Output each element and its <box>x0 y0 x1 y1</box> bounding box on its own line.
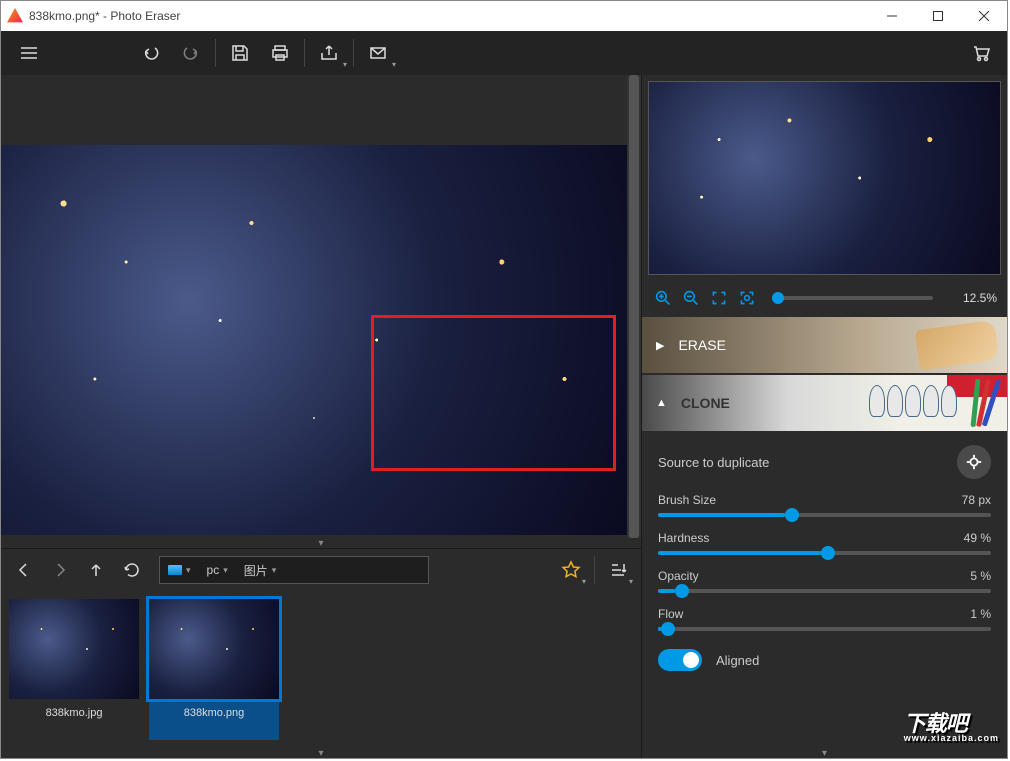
path-segment[interactable]: pc <box>207 563 220 577</box>
navigator-preview[interactable] <box>648 81 1001 275</box>
panel-collapse-handle[interactable]: ▾ <box>1 748 641 758</box>
file-browser: ▾ pc▾ 图片▾ ▾ ▾ 838kmo.jpg <box>1 548 641 758</box>
panel-collapse-handle[interactable]: ▾ <box>642 748 1007 758</box>
thumbnail-image <box>149 599 279 699</box>
minimize-button[interactable] <box>869 1 915 31</box>
opacity-label: Opacity <box>658 569 699 583</box>
hardness-slider[interactable] <box>658 551 991 555</box>
refresh-button[interactable] <box>115 548 149 592</box>
print-button[interactable] <box>260 31 300 75</box>
actual-size-button[interactable] <box>736 287 758 309</box>
app-icon <box>7 8 23 24</box>
save-button[interactable] <box>220 31 260 75</box>
brush-size-slider[interactable] <box>658 513 991 517</box>
source-label: Source to duplicate <box>658 455 769 470</box>
vertical-scrollbar[interactable] <box>627 75 641 538</box>
zoom-slider[interactable] <box>772 296 933 300</box>
menu-button[interactable] <box>7 31 51 75</box>
chevron-down-icon: ▾ <box>343 60 347 69</box>
erase-label: ERASE <box>678 337 725 353</box>
panel-collapse-handle[interactable]: ▾ <box>1 538 641 548</box>
thumbnail-label: 838kmo.png <box>184 707 245 719</box>
window-title: 838kmo.png* - Photo Eraser <box>29 9 869 23</box>
path-segment[interactable]: 图片 <box>244 562 268 579</box>
share-button[interactable]: ▾ <box>309 31 349 75</box>
close-button[interactable] <box>961 1 1007 31</box>
divider <box>304 39 305 67</box>
hardness-value: 49 % <box>964 531 991 545</box>
thumbnail-label: 838kmo.jpg <box>46 707 103 719</box>
zoom-value: 12.5% <box>947 291 997 305</box>
expand-icon: ▶ <box>656 339 664 352</box>
erase-section-header[interactable]: ▶ ERASE <box>642 317 1007 373</box>
clone-section-header[interactable]: ▲ CLONE <box>642 375 1007 431</box>
pick-source-button[interactable] <box>957 445 991 479</box>
email-button[interactable]: ▾ <box>358 31 398 75</box>
clone-label: CLONE <box>681 395 730 411</box>
opacity-slider[interactable] <box>658 589 991 593</box>
side-panel: 12.5% ▶ ERASE ▲ CLONE Source to duplicat… <box>641 75 1007 758</box>
flow-value: 1 % <box>970 607 991 621</box>
fit-screen-button[interactable] <box>708 287 730 309</box>
maximize-button[interactable] <box>915 1 961 31</box>
hardness-label: Hardness <box>658 531 709 545</box>
undo-button[interactable] <box>131 31 171 75</box>
divider <box>215 39 216 67</box>
chevron-down-icon: ▾ <box>392 60 396 69</box>
chevron-down-icon: ▾ <box>582 577 586 586</box>
thumbnail-item[interactable]: 838kmo.png <box>149 599 279 740</box>
chevron-down-icon: ▾ <box>629 577 633 586</box>
thumbnail-item[interactable]: 838kmo.jpg <box>9 599 139 740</box>
nav-up-button[interactable] <box>79 548 113 592</box>
watermark: 下载吧 www.xiazaiba.com <box>904 714 999 742</box>
path-breadcrumb[interactable]: ▾ pc▾ 图片▾ <box>159 556 429 584</box>
zoom-out-button[interactable] <box>680 287 702 309</box>
canvas-area[interactable] <box>1 75 641 538</box>
redo-button[interactable] <box>171 31 211 75</box>
brush-size-value: 78 px <box>962 493 991 507</box>
selection-rectangle[interactable] <box>371 315 616 471</box>
aligned-toggle[interactable] <box>658 649 702 671</box>
divider <box>594 556 595 584</box>
divider <box>353 39 354 67</box>
drive-icon <box>168 565 182 575</box>
nav-forward-button[interactable] <box>43 548 77 592</box>
thumbnail-image <box>9 599 139 699</box>
flow-label: Flow <box>658 607 683 621</box>
flow-slider[interactable] <box>658 627 991 631</box>
titlebar: 838kmo.png* - Photo Eraser <box>1 1 1007 31</box>
opacity-value: 5 % <box>970 569 991 583</box>
collapse-icon: ▲ <box>656 397 667 409</box>
cart-button[interactable] <box>961 31 1001 75</box>
favorites-button[interactable]: ▾ <box>554 548 588 592</box>
nav-back-button[interactable] <box>7 548 41 592</box>
aligned-label: Aligned <box>716 653 759 668</box>
zoom-in-button[interactable] <box>652 287 674 309</box>
brush-size-label: Brush Size <box>658 493 716 507</box>
sort-button[interactable]: ▾ <box>601 548 635 592</box>
main-toolbar: ▾ ▾ <box>1 31 1007 75</box>
